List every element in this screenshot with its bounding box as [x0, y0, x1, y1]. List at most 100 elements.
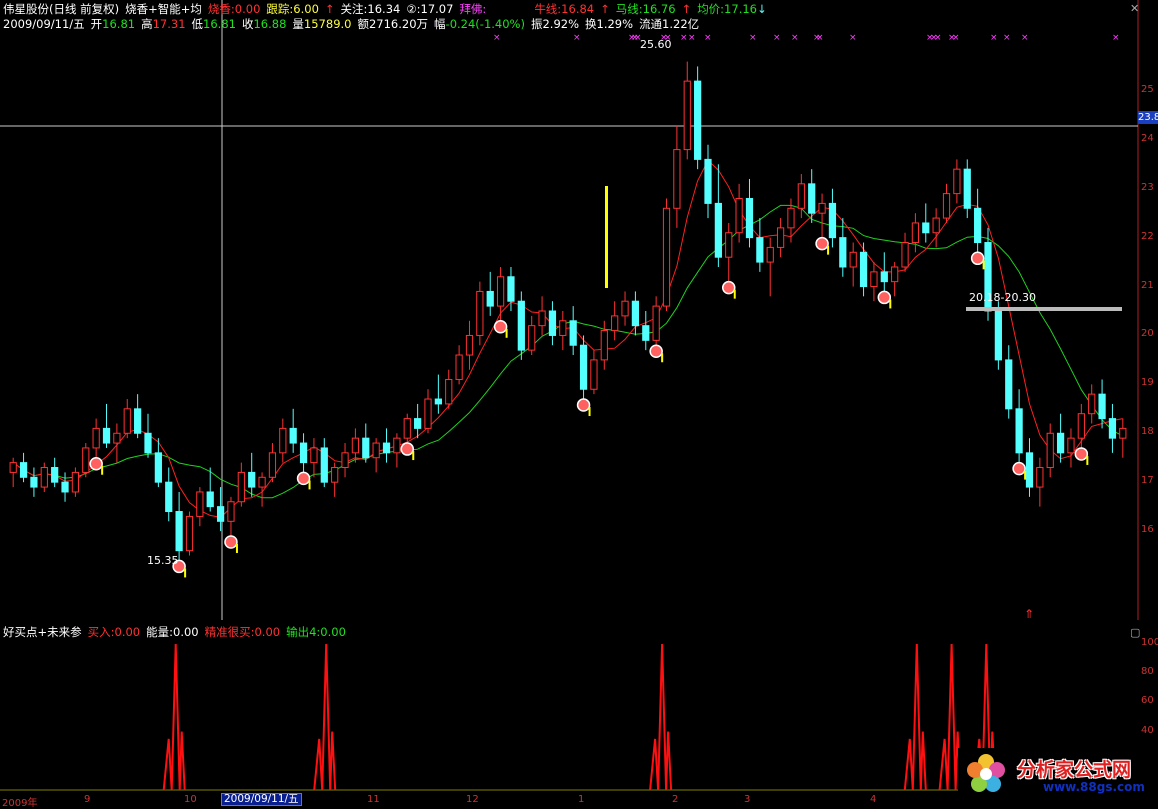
candle-body: [963, 168, 971, 209]
x-marker-icon: ×: [934, 33, 942, 43]
highlight-bar: [605, 186, 608, 288]
signal-ball-icon: [721, 280, 736, 295]
close-value: 16.88: [253, 17, 287, 31]
signal-ball-icon: [296, 471, 311, 486]
signal-bar: [1024, 470, 1027, 480]
x-marker-icon: ×: [791, 33, 799, 43]
candle-body: [248, 471, 256, 488]
close-icon[interactable]: ✕: [1130, 2, 1139, 15]
candle-body: [600, 330, 608, 361]
candle-body: [237, 471, 245, 503]
candle-body: [113, 432, 121, 444]
candle-body: [82, 447, 90, 473]
buy-signal-spike: [649, 643, 673, 791]
candle-body: [123, 408, 131, 434]
price-tick-label: 23: [1141, 181, 1154, 193]
candle-body: [289, 427, 297, 444]
candle-body: [891, 266, 899, 283]
candle-body: [382, 442, 391, 454]
cursor-price-tag: 23.8: [1138, 111, 1158, 124]
signal-ball-icon: [1074, 447, 1089, 461]
candle-body: [165, 481, 173, 513]
candle-body: [579, 344, 588, 390]
signal-bar: [661, 353, 664, 363]
candle-body: [51, 467, 59, 483]
x-marker-icon: ×: [704, 33, 712, 43]
cursor-date: 2009/09/11/五: [221, 793, 302, 806]
candle-body: [942, 193, 951, 219]
candle-body: [61, 481, 69, 493]
down-arrow-icon: ↓: [756, 2, 767, 16]
price-tick-label: 19: [1141, 377, 1154, 389]
candle-body: [414, 418, 422, 429]
month-label: 11: [367, 794, 380, 805]
candle-body: [30, 476, 38, 488]
signal-bar: [889, 299, 892, 309]
candle-body: [974, 207, 982, 244]
signal-ball-icon: [815, 236, 829, 251]
signal-up-icon: ⇑: [1024, 607, 1034, 620]
candle-body: [880, 271, 888, 283]
guanzhu-value: 关注:16.34: [340, 2, 401, 16]
candle-body: [227, 501, 235, 522]
signal-ball-icon: [649, 344, 663, 358]
candle-body: [590, 359, 598, 390]
kline-chart[interactable]: × × ××× ×× × × × × × × ×× × ××× ×× × × × ×⇑: [0, 0, 1158, 620]
candle-body: [1036, 467, 1044, 488]
x-marker-icon: ×: [573, 33, 581, 43]
price-tick-label: 22: [1141, 230, 1154, 242]
candle-body: [621, 300, 629, 317]
buy-signal-spike: [313, 643, 337, 791]
month-label: 3: [744, 794, 751, 805]
up-arrow-icon: ↑: [681, 2, 692, 16]
candle-body: [310, 447, 318, 464]
float-value: 流通1.22亿: [639, 17, 700, 31]
candle-body: [870, 271, 878, 288]
change-label: 幅: [434, 17, 446, 31]
month-label: 2: [672, 794, 679, 805]
candle-body: [849, 251, 857, 268]
candle-body: [9, 462, 17, 473]
candle-body: [362, 437, 370, 459]
quote-header: 2009/09/11/五 开16.81 高17.31 低16.81 收16.88 量157…: [3, 17, 699, 31]
candle-body: [496, 276, 505, 307]
up-arrow-icon: ↑: [600, 2, 610, 16]
month-label: 12: [466, 794, 479, 805]
signal-bar: [184, 568, 187, 578]
candle-body: [320, 447, 328, 483]
signal-ball-icon: [877, 290, 892, 305]
candle-body: [901, 242, 909, 268]
month-label: 10: [184, 794, 197, 805]
x-marker-icon: ×: [773, 33, 781, 43]
x-marker-icon: ×: [493, 33, 501, 43]
open-value: 16.81: [102, 17, 136, 31]
signal-bar: [235, 543, 238, 553]
candle-body: [517, 300, 525, 351]
candle-body: [714, 202, 722, 258]
candle-body: [1077, 413, 1085, 439]
candle-body: [92, 427, 100, 449]
logo-text: 分析家公式网: [1017, 759, 1132, 781]
price-tick-label: 21: [1141, 279, 1154, 291]
candle-body: [745, 198, 754, 239]
price-tick-label: 25: [1141, 83, 1154, 95]
price-tick-label: 17: [1141, 475, 1154, 487]
candle-body: [268, 452, 277, 478]
candle-body: [932, 217, 940, 234]
candle-body: [279, 427, 287, 454]
candle-body: [299, 442, 308, 464]
signal-ball-icon: [400, 442, 415, 456]
candle-body: [445, 378, 453, 405]
candle-body: [673, 149, 681, 209]
high-label: 高: [141, 17, 153, 31]
low-price-label: 15.35: [147, 554, 179, 567]
candle-body: [507, 276, 515, 302]
candle-body: [1108, 418, 1117, 439]
indicator-name: 烧香+智能+均: [125, 2, 202, 16]
month-label: 4: [870, 794, 877, 805]
candle-body: [1098, 393, 1106, 420]
signal-bar: [982, 260, 985, 270]
x-marker-icon: ×: [990, 33, 998, 43]
candle-body: [1067, 437, 1075, 454]
signal-ball-icon: [1012, 461, 1026, 476]
